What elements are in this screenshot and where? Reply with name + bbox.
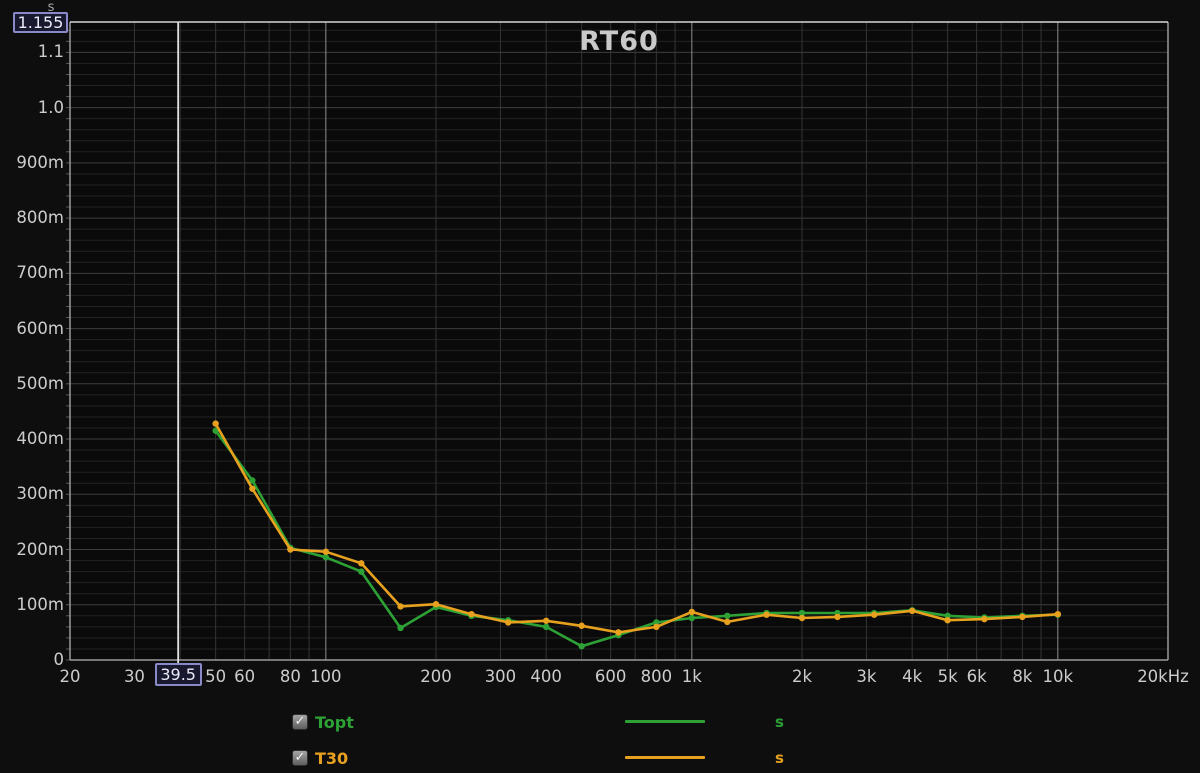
x-axis-tick-label: 5k (938, 667, 958, 687)
x-axis-tick-label: 300 (485, 667, 517, 687)
x-axis-tick-label: 800 (641, 667, 673, 687)
x-axis-tick-label: 2k (792, 667, 812, 687)
x-axis-tick-label: 600 (595, 667, 627, 687)
x-axis-tick-label: 400 (530, 667, 562, 687)
x-axis-tick-label: 1k (682, 667, 702, 687)
y-axis-tick-label: 300m (0, 485, 64, 503)
t30-legend-label: T30 (315, 749, 385, 768)
legend-row-t30: ✓ T30 s (292, 740, 852, 773)
y-axis-tick-label: 200m (0, 541, 64, 559)
y-axis-tick-label: 600m (0, 320, 64, 338)
rt60-plot-area[interactable] (0, 0, 1200, 773)
topt-unit-label: s (775, 713, 784, 731)
x-axis-tick-label: 6k (967, 667, 987, 687)
x-axis-tick-label: 10k (1043, 667, 1074, 687)
x-axis-tick-label: 20kHz (1137, 667, 1189, 687)
topt-line-sample (625, 720, 705, 723)
x-axis-tick-label: 50 (205, 667, 226, 687)
y-cursor-readout: 1.155 (13, 12, 68, 33)
y-axis-tick-label: 0 (0, 651, 64, 669)
x-axis-tick-label: 30 (124, 667, 145, 687)
y-axis-tick-label: 800m (0, 209, 64, 227)
y-axis-tick-label: 500m (0, 375, 64, 393)
x-axis-tick-label: 100 (310, 667, 342, 687)
t30-line-sample (625, 756, 705, 759)
topt-legend-label: Topt (315, 713, 385, 732)
y-axis-tick-label: 1.0 (0, 99, 64, 117)
x-axis-tick-label: 20 (60, 667, 81, 687)
y-axis-tick-label: 700m (0, 264, 64, 282)
t30-unit-label: s (775, 749, 784, 767)
x-axis-tick-label: 60 (234, 667, 255, 687)
y-axis-tick-label: 400m (0, 430, 64, 448)
y-axis-tick-label: 100m (0, 596, 64, 614)
t30-visibility-checkbox[interactable]: ✓ (292, 750, 308, 766)
x-axis-tick-label: 3k (856, 667, 876, 687)
topt-visibility-checkbox[interactable]: ✓ (292, 714, 308, 730)
x-axis-tick-label: 8k (1012, 667, 1032, 687)
y-axis-tick-label: 900m (0, 154, 64, 172)
x-axis-tick-label: 4k (902, 667, 922, 687)
legend: ✓ Topt s ✓ T30 s (292, 704, 852, 773)
x-axis-tick-label: 80 (280, 667, 301, 687)
x-axis-tick-label: 200 (420, 667, 452, 687)
y-axis-tick-label: 1.1 (0, 43, 64, 61)
x-cursor-readout: 39.5 (155, 663, 202, 686)
legend-row-topt: ✓ Topt s (292, 704, 852, 740)
rt60-graph-window: RT60 s 1.155 39.5 1.11.0900m800m700m600m… (0, 0, 1200, 773)
